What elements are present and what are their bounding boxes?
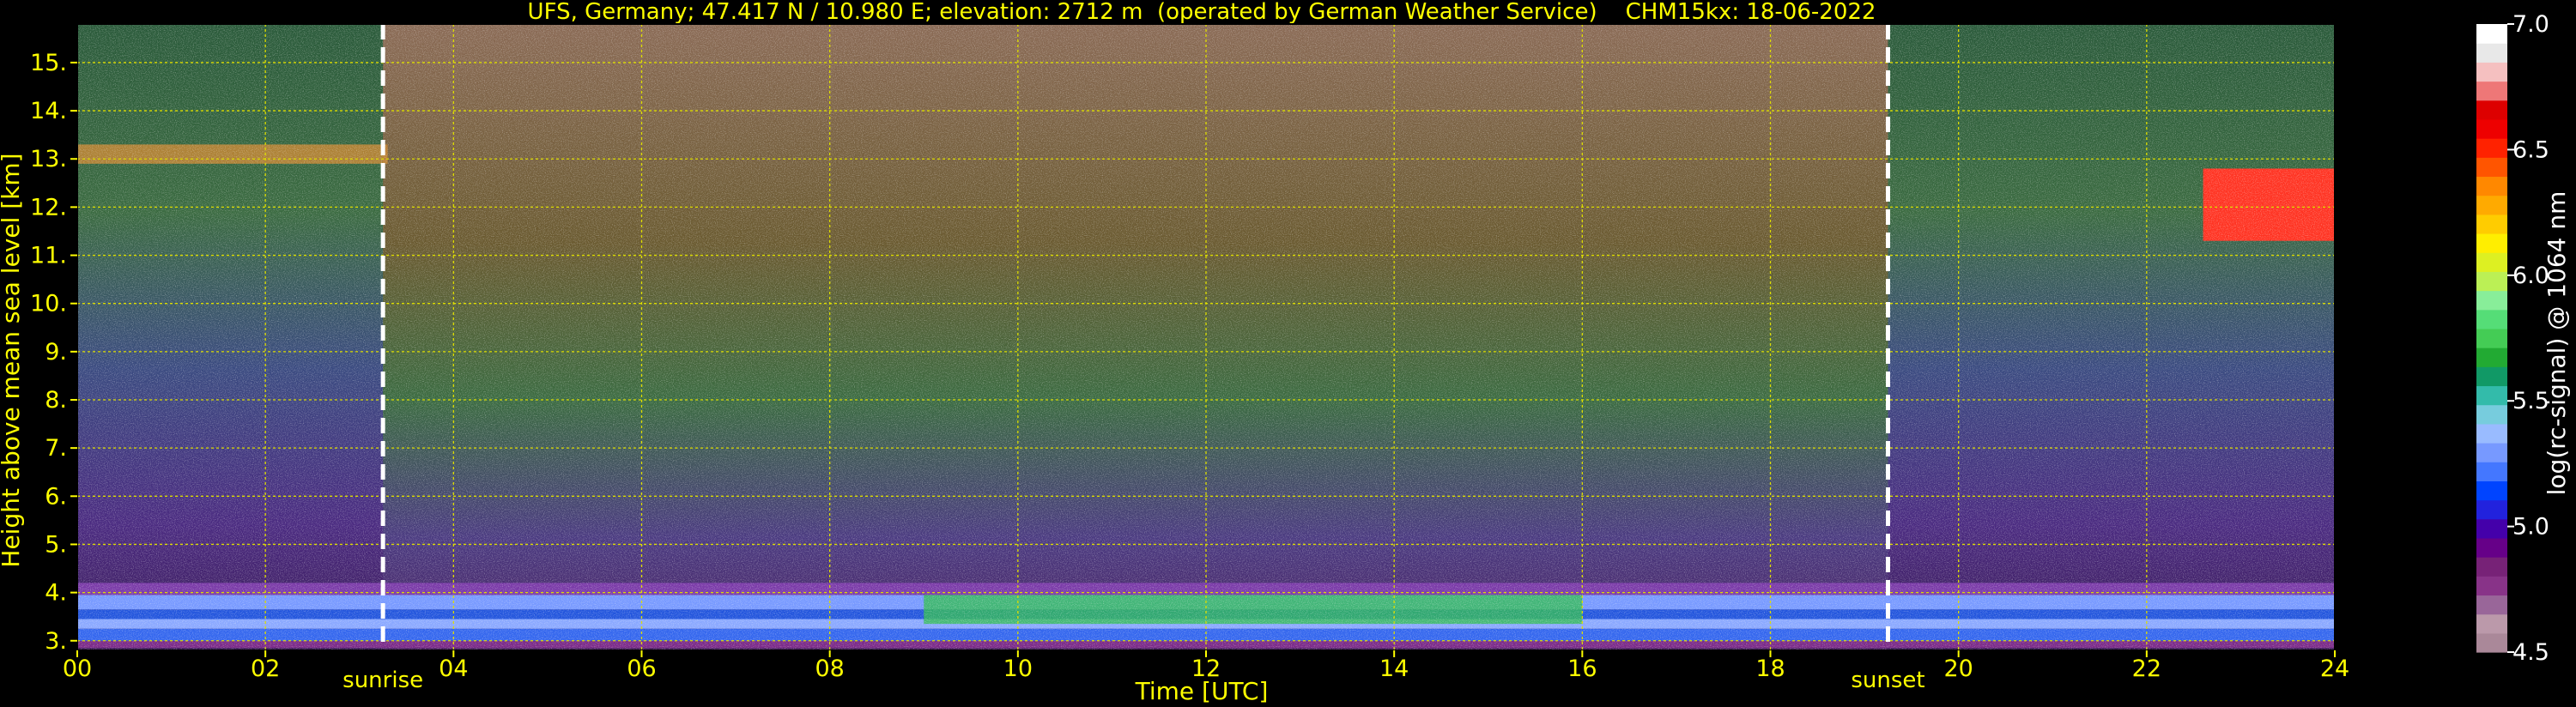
colorbar-swatch [2476,632,2507,653]
colorbar-swatch [2476,557,2507,577]
colorbar-swatch [2476,328,2507,348]
colorbar-swatch [2476,385,2507,406]
lidar-chart: UFS, Germany; 47.417 N / 10.980 E; eleva… [0,0,2571,705]
y-tick-label: 10. [30,291,67,317]
x-tick-label: 18 [1755,656,1785,682]
y-tick-label: 9. [45,339,67,366]
y-tick-label: 3. [45,628,67,655]
colorbar [2476,24,2507,653]
y-tick-label: 13. [30,146,67,172]
y-tick-label: 11. [30,243,67,269]
y-tick-label: 5. [45,531,67,558]
colorbar-swatch [2476,613,2507,634]
x-axis-label: Time [UTC] [1135,677,1269,705]
colorbar-swatch [2476,138,2507,158]
colorbar-swatch [2476,537,2507,558]
colorbar-swatch [2476,271,2507,292]
colorbar-tick-label: 7.0 [2512,11,2549,38]
x-tick-label: 16 [1567,656,1597,682]
colorbar-swatch [2476,347,2507,367]
colorbar-label: log(rc-signal) @ 1064 nm [2543,191,2571,496]
sunrise-label: sunrise [342,668,423,693]
colorbar-swatch [2476,81,2507,101]
colorbar-swatch [2476,480,2507,501]
colorbar-tick-label: 4.5 [2512,639,2549,666]
plot-area: sunrise sunset [76,23,2336,693]
colorbar-tick-label: 6.5 [2512,136,2549,163]
x-tick-label: 02 [251,656,280,682]
colorbar-swatch [2476,499,2507,520]
chart-title: UFS, Germany; 47.417 N / 10.980 E; eleva… [528,0,1876,25]
colorbar-swatch [2476,518,2507,539]
y-tick-label: 7. [45,435,67,462]
y-tick-label: 4. [45,580,67,607]
colorbar-swatch [2476,62,2507,82]
y-tick-label: 12. [30,194,67,221]
y-tick-label: 8. [45,387,67,414]
colorbar-swatch [2476,24,2507,44]
colorbar-swatch [2476,118,2507,139]
colorbar-swatch [2476,157,2507,178]
x-tick-label: 20 [1943,656,1973,682]
colorbar-swatch [2476,233,2507,253]
x-tick-label: 04 [439,656,468,682]
colorbar-swatch [2476,43,2507,63]
colorbar-swatch [2476,176,2507,196]
x-tick-label: 00 [63,656,92,682]
x-tick-label: 10 [1003,656,1033,682]
colorbar-swatch [2476,443,2507,462]
y-tick-label: 6. [45,483,67,510]
x-tick-label: 14 [1379,656,1409,682]
colorbar-swatch [2476,309,2507,329]
colorbar-swatch [2476,100,2507,120]
colorbar-swatch [2476,404,2507,425]
colorbar-swatch [2476,366,2507,387]
colorbar-swatch [2476,252,2507,272]
y-axis-ticks: 3. 4. 5. 6. 7. 8. 9. 10. 11. 12. 13. 14. 15. [30,50,77,655]
colorbar-swatch [2476,423,2507,444]
colorbar-swatch [2476,214,2507,234]
x-tick-label: 24 [2320,656,2349,682]
colorbar-swatch [2476,290,2507,311]
colorbar-swatch [2476,576,2507,596]
sunset-label: sunset [1851,668,1924,693]
colorbar-swatch [2476,462,2507,481]
colorbar-swatch [2476,595,2507,615]
colorbar-tick-label: 5.0 [2512,514,2549,541]
x-tick-label: 08 [815,656,844,682]
y-tick-label: 14. [30,98,67,124]
y-axis-label: Height above mean sea level [km] [0,153,25,567]
colorbar-swatch [2476,195,2507,215]
x-tick-label: 06 [627,656,656,682]
x-tick-label: 22 [2132,656,2161,682]
y-tick-label: 15. [30,50,67,76]
